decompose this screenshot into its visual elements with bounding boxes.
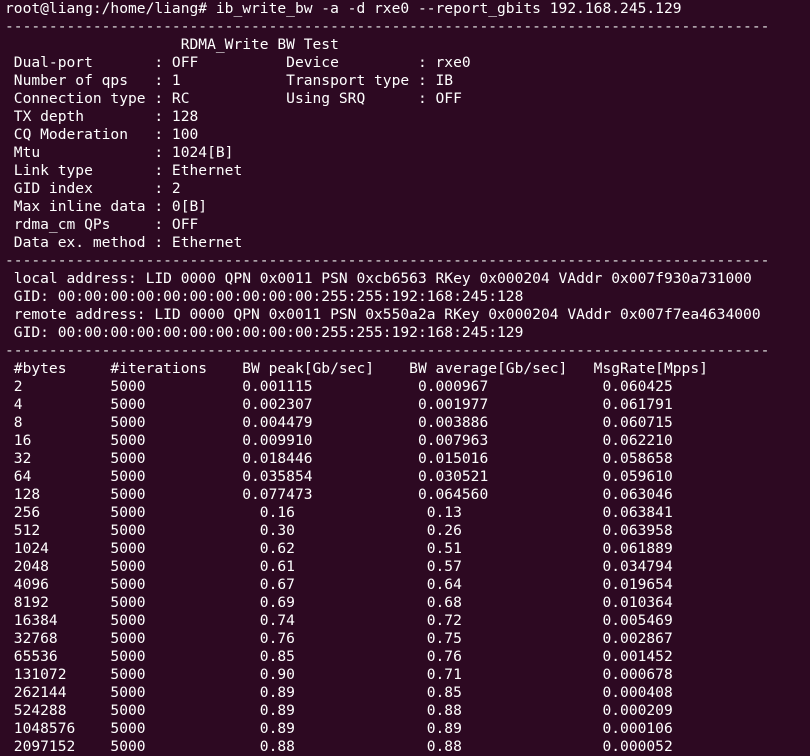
result-row: 65536 5000 0.85 0.76 0.001452 [5, 648, 673, 665]
test-title: RDMA_Write BW Test [5, 36, 339, 53]
config-line: CQ Moderation : 100 [5, 126, 199, 143]
result-row: 8192 5000 0.69 0.68 0.010364 [5, 594, 673, 611]
result-row: 2097152 5000 0.88 0.88 0.000052 [5, 738, 673, 755]
terminal-window[interactable]: root@liang:/home/liang# ib_write_bw -a -… [0, 0, 810, 756]
config-line: Max inline data : 0[B] [5, 198, 208, 215]
remote-gid-line: GID: 00:00:00:00:00:00:00:00:00:00:255:2… [5, 324, 524, 341]
result-row: 4096 5000 0.67 0.64 0.019654 [5, 576, 673, 593]
result-row: 512 5000 0.30 0.26 0.063958 [5, 522, 673, 539]
separator-line: ----------------------------------------… [5, 342, 770, 359]
local-address-line: local address: LID 0000 QPN 0x0011 PSN 0… [5, 270, 752, 287]
result-row: 128 5000 0.077473 0.064560 0.063046 [5, 486, 673, 503]
local-gid-line: GID: 00:00:00:00:00:00:00:00:00:00:255:2… [5, 288, 524, 305]
result-row: 1024 5000 0.62 0.51 0.061889 [5, 540, 673, 557]
results-header: #bytes #iterations BW peak[Gb/sec] BW av… [5, 360, 708, 377]
result-row: 262144 5000 0.89 0.85 0.000408 [5, 684, 673, 701]
result-row: 2048 5000 0.61 0.57 0.034794 [5, 558, 673, 575]
result-row: 2 5000 0.001115 0.000967 0.060425 [5, 378, 673, 395]
config-line: Dual-port : OFF Device : rxe0 [5, 54, 471, 71]
config-line: GID index : 2 [5, 180, 181, 197]
result-row: 8 5000 0.004479 0.003886 0.060715 [5, 414, 673, 431]
remote-address-line: remote address: LID 0000 QPN 0x0011 PSN … [5, 306, 761, 323]
result-row: 131072 5000 0.90 0.71 0.000678 [5, 666, 673, 683]
result-row: 32 5000 0.018446 0.015016 0.058658 [5, 450, 673, 467]
result-row: 32768 5000 0.76 0.75 0.002867 [5, 630, 673, 647]
result-row: 524288 5000 0.89 0.88 0.000209 [5, 702, 673, 719]
result-row: 64 5000 0.035854 0.030521 0.059610 [5, 468, 673, 485]
config-line: Data ex. method : Ethernet [5, 234, 243, 251]
config-line: Number of qps : 1 Transport type : IB [5, 72, 454, 89]
config-line: Mtu : 1024[B] [5, 144, 234, 161]
separator-line: ----------------------------------------… [5, 18, 770, 35]
config-line: rdma_cm QPs : OFF [5, 216, 199, 233]
config-line: Connection type : RC Using SRQ : OFF [5, 90, 462, 107]
result-row: 16 5000 0.009910 0.007963 0.062210 [5, 432, 673, 449]
result-row: 256 5000 0.16 0.13 0.063841 [5, 504, 673, 521]
separator-line: ----------------------------------------… [5, 252, 770, 269]
result-row: 1048576 5000 0.89 0.89 0.000106 [5, 720, 673, 737]
config-line: TX depth : 128 [5, 108, 199, 125]
config-line: Link type : Ethernet [5, 162, 243, 179]
result-row: 16384 5000 0.74 0.72 0.005469 [5, 612, 673, 629]
command-prompt-line: root@liang:/home/liang# ib_write_bw -a -… [5, 0, 682, 17]
result-row: 4 5000 0.002307 0.001977 0.061791 [5, 396, 673, 413]
